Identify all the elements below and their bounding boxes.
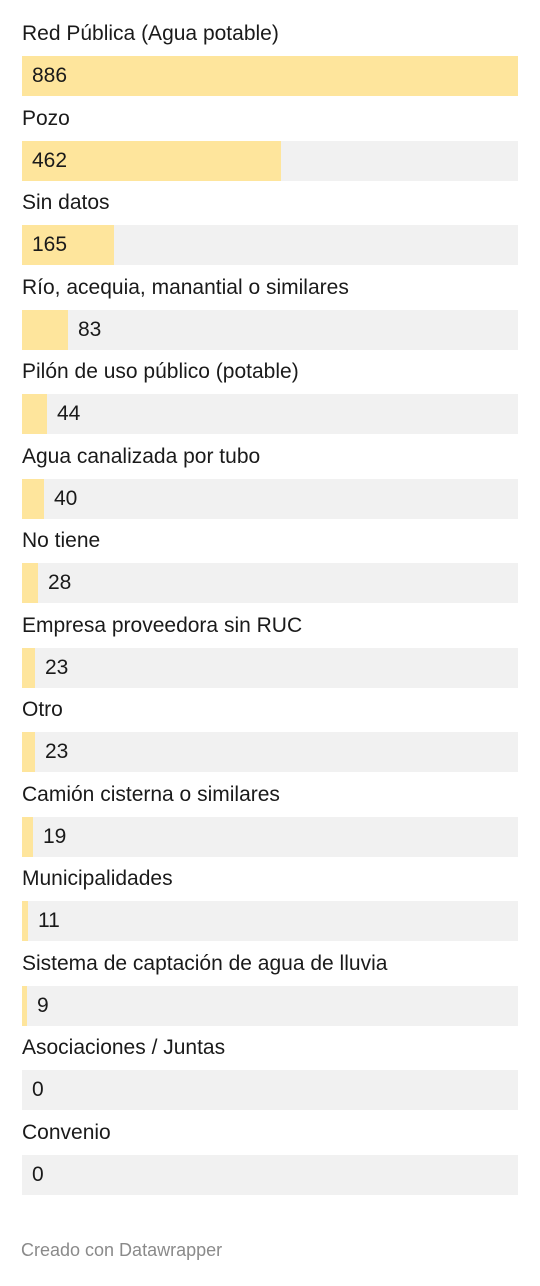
category-label: Sin datos <box>22 191 110 214</box>
bar-track: 44 <box>22 394 518 434</box>
bar <box>22 732 35 772</box>
category-label: Río, acequia, manantial o similares <box>22 275 349 299</box>
bar <box>22 478 44 519</box>
chart-row: Red Pública (Agua potable) 886 <box>22 14 518 99</box>
category-label: Empresa proveedora sin RUC <box>22 613 303 637</box>
value-label: 462 <box>32 148 68 172</box>
value-label: 83 <box>78 317 102 341</box>
category-label: No tiene <box>22 529 101 552</box>
value-label: 0 <box>32 1162 44 1186</box>
category-label: Agua canalizada por tubo <box>22 444 261 468</box>
bar-track: 0 <box>22 1070 518 1110</box>
category-label: Pozo <box>22 106 70 130</box>
category-label: Otro <box>22 698 63 721</box>
chart-row: Río, acequia, manantial o similares 83 <box>22 268 518 353</box>
category-label: Asociaciones / Juntas <box>22 1036 226 1059</box>
value-label: 0 <box>32 1078 44 1101</box>
category-label: Municipalidades <box>22 867 173 890</box>
category-label: Pilón de uso público (potable) <box>22 360 299 383</box>
bar <box>22 563 38 603</box>
bar-track: 9 <box>22 985 518 1026</box>
bar <box>22 309 68 350</box>
value-label: 9 <box>37 993 49 1017</box>
bar-track: 83 <box>22 309 518 350</box>
credit-footer[interactable]: Creado con Datawrapper <box>21 1237 222 1263</box>
value-label: 23 <box>45 655 69 679</box>
category-label: Convenio <box>22 1120 111 1144</box>
bar-track: 23 <box>22 732 518 772</box>
chart-row: Municipalidades 11 <box>22 859 518 944</box>
category-label: Sistema de captación de agua de lluvia <box>22 951 388 975</box>
value-label: 11 <box>38 909 60 932</box>
chart-row: Sin datos 165 <box>22 183 518 268</box>
chart-row: Asociaciones / Juntas 0 <box>22 1028 518 1113</box>
bar <box>22 985 27 1026</box>
chart-row: Empresa proveedora sin RUC 23 <box>22 606 518 691</box>
bar <box>22 647 35 688</box>
category-label: Camión cisterna o similares <box>22 782 280 806</box>
value-label: 19 <box>43 824 67 848</box>
value-label: 886 <box>32 64 68 87</box>
chart-row: Pozo 462 <box>22 99 518 184</box>
chart-row: Camión cisterna o similares 19 <box>22 775 518 860</box>
value-label: 40 <box>54 486 78 510</box>
bar <box>22 394 47 434</box>
chart-row: Sistema de captación de agua de lluvia 9 <box>22 944 518 1029</box>
bar-track: 19 <box>22 816 518 857</box>
value-label: 23 <box>45 740 69 763</box>
bar-track: 23 <box>22 647 518 688</box>
bar-chart: Red Pública (Agua potable) 886 Pozo 462 Sin … <box>22 14 518 1197</box>
chart-row: Agua canalizada por tubo 40 <box>22 437 518 522</box>
chart-row: Convenio 0 <box>22 1113 518 1198</box>
chart-row: No tiene 28 <box>22 521 518 606</box>
category-label: Red Pública (Agua potable) <box>22 22 279 45</box>
bar-track: 40 <box>22 478 518 519</box>
bar-track: 28 <box>22 563 518 603</box>
bar <box>22 816 33 857</box>
bar-track: 886 <box>22 56 518 96</box>
bar <box>22 56 518 96</box>
bar <box>22 901 28 941</box>
chart-row: Pilón de uso público (potable) 44 <box>22 352 518 437</box>
bar-track: 462 <box>22 140 518 181</box>
chart-row: Otro 23 <box>22 690 518 775</box>
value-label: 165 <box>32 233 68 256</box>
bar-track: 165 <box>22 225 518 265</box>
bar-track: 0 <box>22 1154 518 1195</box>
value-label: 28 <box>48 571 72 594</box>
bar-track: 11 <box>22 901 518 941</box>
value-label: 44 <box>57 402 81 425</box>
